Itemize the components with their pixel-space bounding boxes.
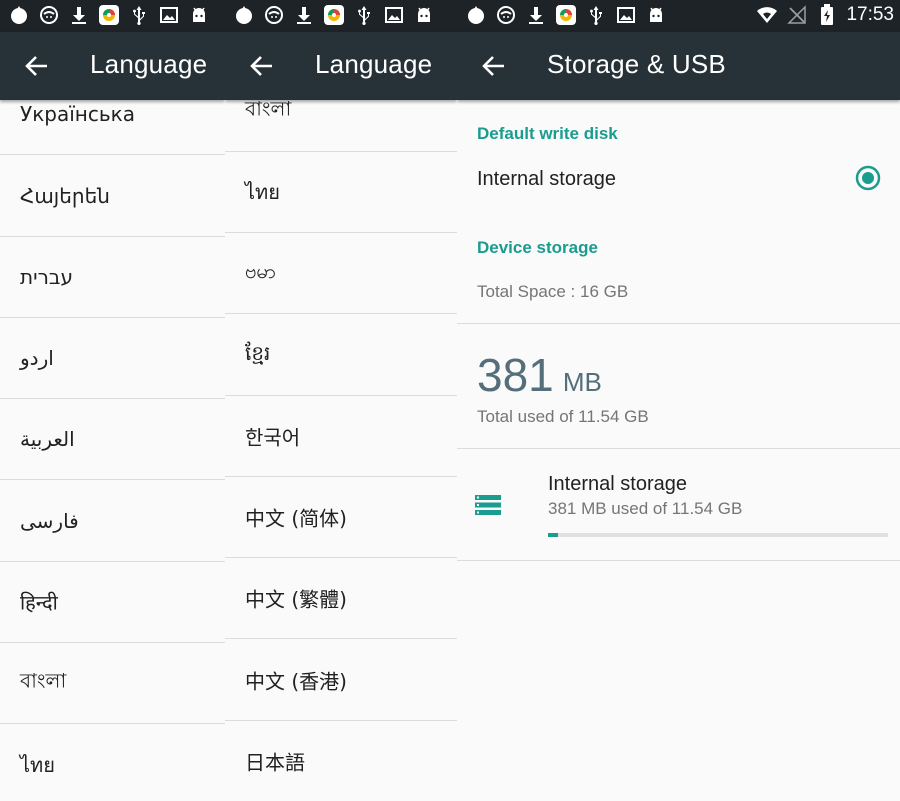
app-store-icon — [98, 4, 120, 26]
language-screen-1: Language Українська Հայերեն עברית اردو ا… — [0, 0, 225, 801]
download-icon — [68, 4, 90, 26]
back-arrow-icon[interactable] — [479, 52, 507, 80]
page-title: Language — [90, 49, 208, 79]
language-item[interactable]: עברית — [0, 236, 225, 318]
fire-notification-icon — [465, 4, 487, 26]
device-storage-header: Device storage — [477, 238, 598, 257]
used-unit: MB — [562, 367, 602, 397]
back-arrow-icon[interactable] — [247, 52, 275, 80]
app-bar: Language — [225, 32, 457, 100]
app-store-icon — [555, 4, 577, 26]
used-value: 381 — [477, 349, 554, 401]
language-item[interactable]: ខ្មែរ — [225, 314, 457, 396]
radio-selected-icon[interactable] — [854, 164, 882, 192]
language-item[interactable]: 中文 (香港) — [225, 639, 457, 721]
back-arrow-icon[interactable] — [22, 52, 50, 80]
fire-notification-icon — [8, 4, 30, 26]
usb-icon — [353, 4, 375, 26]
language-item[interactable]: हिन्दी — [0, 561, 225, 643]
mascot-notification-icon — [495, 4, 517, 26]
fire-notification-icon — [233, 4, 255, 26]
language-item[interactable]: 한국어 — [225, 395, 457, 477]
mascot-notification-icon — [263, 4, 285, 26]
android-icon — [645, 4, 667, 26]
download-icon — [293, 4, 315, 26]
battery-icon — [816, 4, 838, 26]
app-bar: Language — [0, 32, 225, 100]
image-icon — [158, 4, 180, 26]
language-item[interactable]: فارسی — [0, 480, 225, 562]
divider — [457, 560, 900, 561]
status-bar — [0, 0, 225, 32]
mascot-notification-icon — [38, 4, 60, 26]
language-item[interactable]: اردو — [0, 317, 225, 399]
app-bar: Storage & USB — [457, 32, 900, 100]
language-screen-2: Language বাংলা ไทย ဗမာ ខ្មែរ 한국어 中文 (简体)… — [225, 0, 457, 801]
language-item[interactable]: 日本語 — [225, 720, 457, 801]
no-signal-icon — [786, 4, 808, 26]
android-icon — [188, 4, 210, 26]
volume-name: Internal storage — [548, 473, 687, 495]
language-item[interactable]: ဗမာ — [225, 232, 457, 314]
volume-progress-fill — [548, 533, 559, 537]
page-title: Storage & USB — [547, 49, 726, 79]
page-title: Language — [315, 49, 433, 79]
language-item[interactable]: 中文 (简体) — [225, 476, 457, 558]
status-bar: 17:53 — [457, 0, 900, 32]
default-disk-option-label: Internal storage — [477, 168, 616, 190]
default-write-disk-header: Default write disk — [477, 124, 618, 143]
divider — [457, 323, 900, 324]
clock: 17:53 — [846, 4, 894, 25]
language-item[interactable]: বাংলা — [0, 642, 225, 724]
language-item[interactable]: ไทย — [0, 724, 225, 801]
total-space-text: Total Space : 16 GB — [477, 282, 629, 301]
storage-summary: 381 MB — [477, 348, 602, 402]
wifi-icon — [756, 4, 778, 26]
internal-storage-volume[interactable]: Internal storage 381 MB used of 11.54 GB — [457, 449, 900, 560]
app-store-icon — [323, 4, 345, 26]
image-icon — [615, 4, 637, 26]
storage-icon — [475, 495, 501, 515]
language-item[interactable]: ไทย — [225, 151, 457, 233]
language-item[interactable]: Հայերեն — [0, 155, 225, 237]
image-icon — [383, 4, 405, 26]
language-item[interactable]: العربية — [0, 398, 225, 480]
volume-summary: 381 MB used of 11.54 GB — [548, 499, 743, 518]
usb-icon — [128, 4, 150, 26]
used-caption: Total used of 11.54 GB — [477, 407, 649, 426]
volume-progress-bar — [548, 533, 888, 537]
usb-icon — [585, 4, 607, 26]
language-item[interactable]: 中文 (繁體) — [225, 557, 457, 639]
default-disk-option[interactable]: Internal storage — [457, 152, 900, 208]
storage-screen: 17:53 Storage & USB Default write disk I… — [457, 0, 900, 801]
download-icon — [525, 4, 547, 26]
status-bar — [225, 0, 457, 32]
android-icon — [413, 4, 435, 26]
